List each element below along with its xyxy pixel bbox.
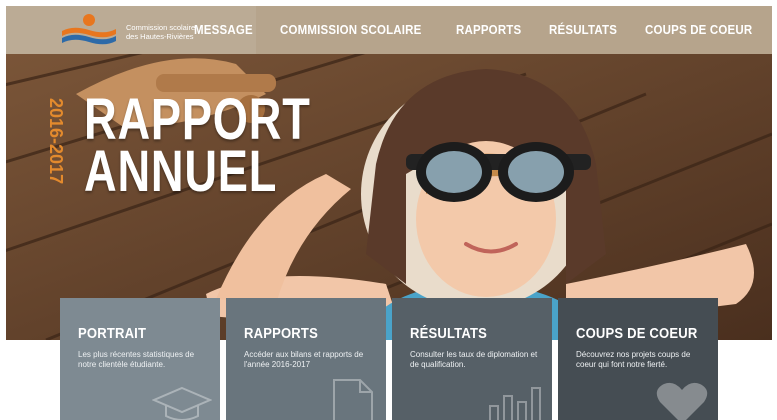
hero-year: 2016-2017 [6,98,66,184]
card-portrait[interactable]: PORTRAIT Les plus récentes statistiques … [60,298,220,420]
document-icon [333,379,373,420]
card-title: RAPPORTS [244,326,318,342]
nav-item-rapports[interactable]: RAPPORTS [456,23,521,37]
card-description: Consulter les taux de diplomation et de … [410,350,538,369]
card-rapports[interactable]: RAPPORTS Accéder aux bilans et rapports … [226,298,386,420]
top-navigation-bar: Commission scolaire des Hautes-Rivières … [6,6,772,54]
card-description: Accéder aux bilans et rapports de l'anné… [244,350,364,369]
main-nav: MESSAGE COMMISSION SCOLAIRE RAPPORTS RÉS… [194,6,762,54]
heart-icon [656,382,708,420]
nav-item-coups-de-coeur[interactable]: COUPS DE COEUR [645,23,752,37]
card-title: PORTRAIT [78,326,147,342]
card-description: Les plus récentes statistiques de notre … [78,350,195,369]
hero-title-line2: ANNUEL [84,139,278,204]
nav-item-commission-scolaire[interactable]: COMMISSION SCOLAIRE [280,23,422,37]
commission-logo-icon [62,14,116,45]
feature-cards: PORTRAIT Les plus récentes statistiques … [60,298,718,420]
nav-item-resultats[interactable]: RÉSULTATS [549,23,617,37]
hero-title: RAPPORT ANNUEL [84,91,311,204]
graduation-cap-icon [152,386,212,420]
bar-chart-icon [489,387,541,420]
card-description: Découvrez nos projets coups de coeur qui… [576,350,691,369]
card-resultats[interactable]: RÉSULTATS Consulter les taux de diplomat… [392,298,552,420]
card-title: COUPS DE COEUR [576,326,698,342]
nav-item-message[interactable]: MESSAGE [194,23,253,37]
card-coups-de-coeur[interactable]: COUPS DE COEUR Découvrez nos projets cou… [558,298,718,420]
card-title: RÉSULTATS [410,326,488,342]
